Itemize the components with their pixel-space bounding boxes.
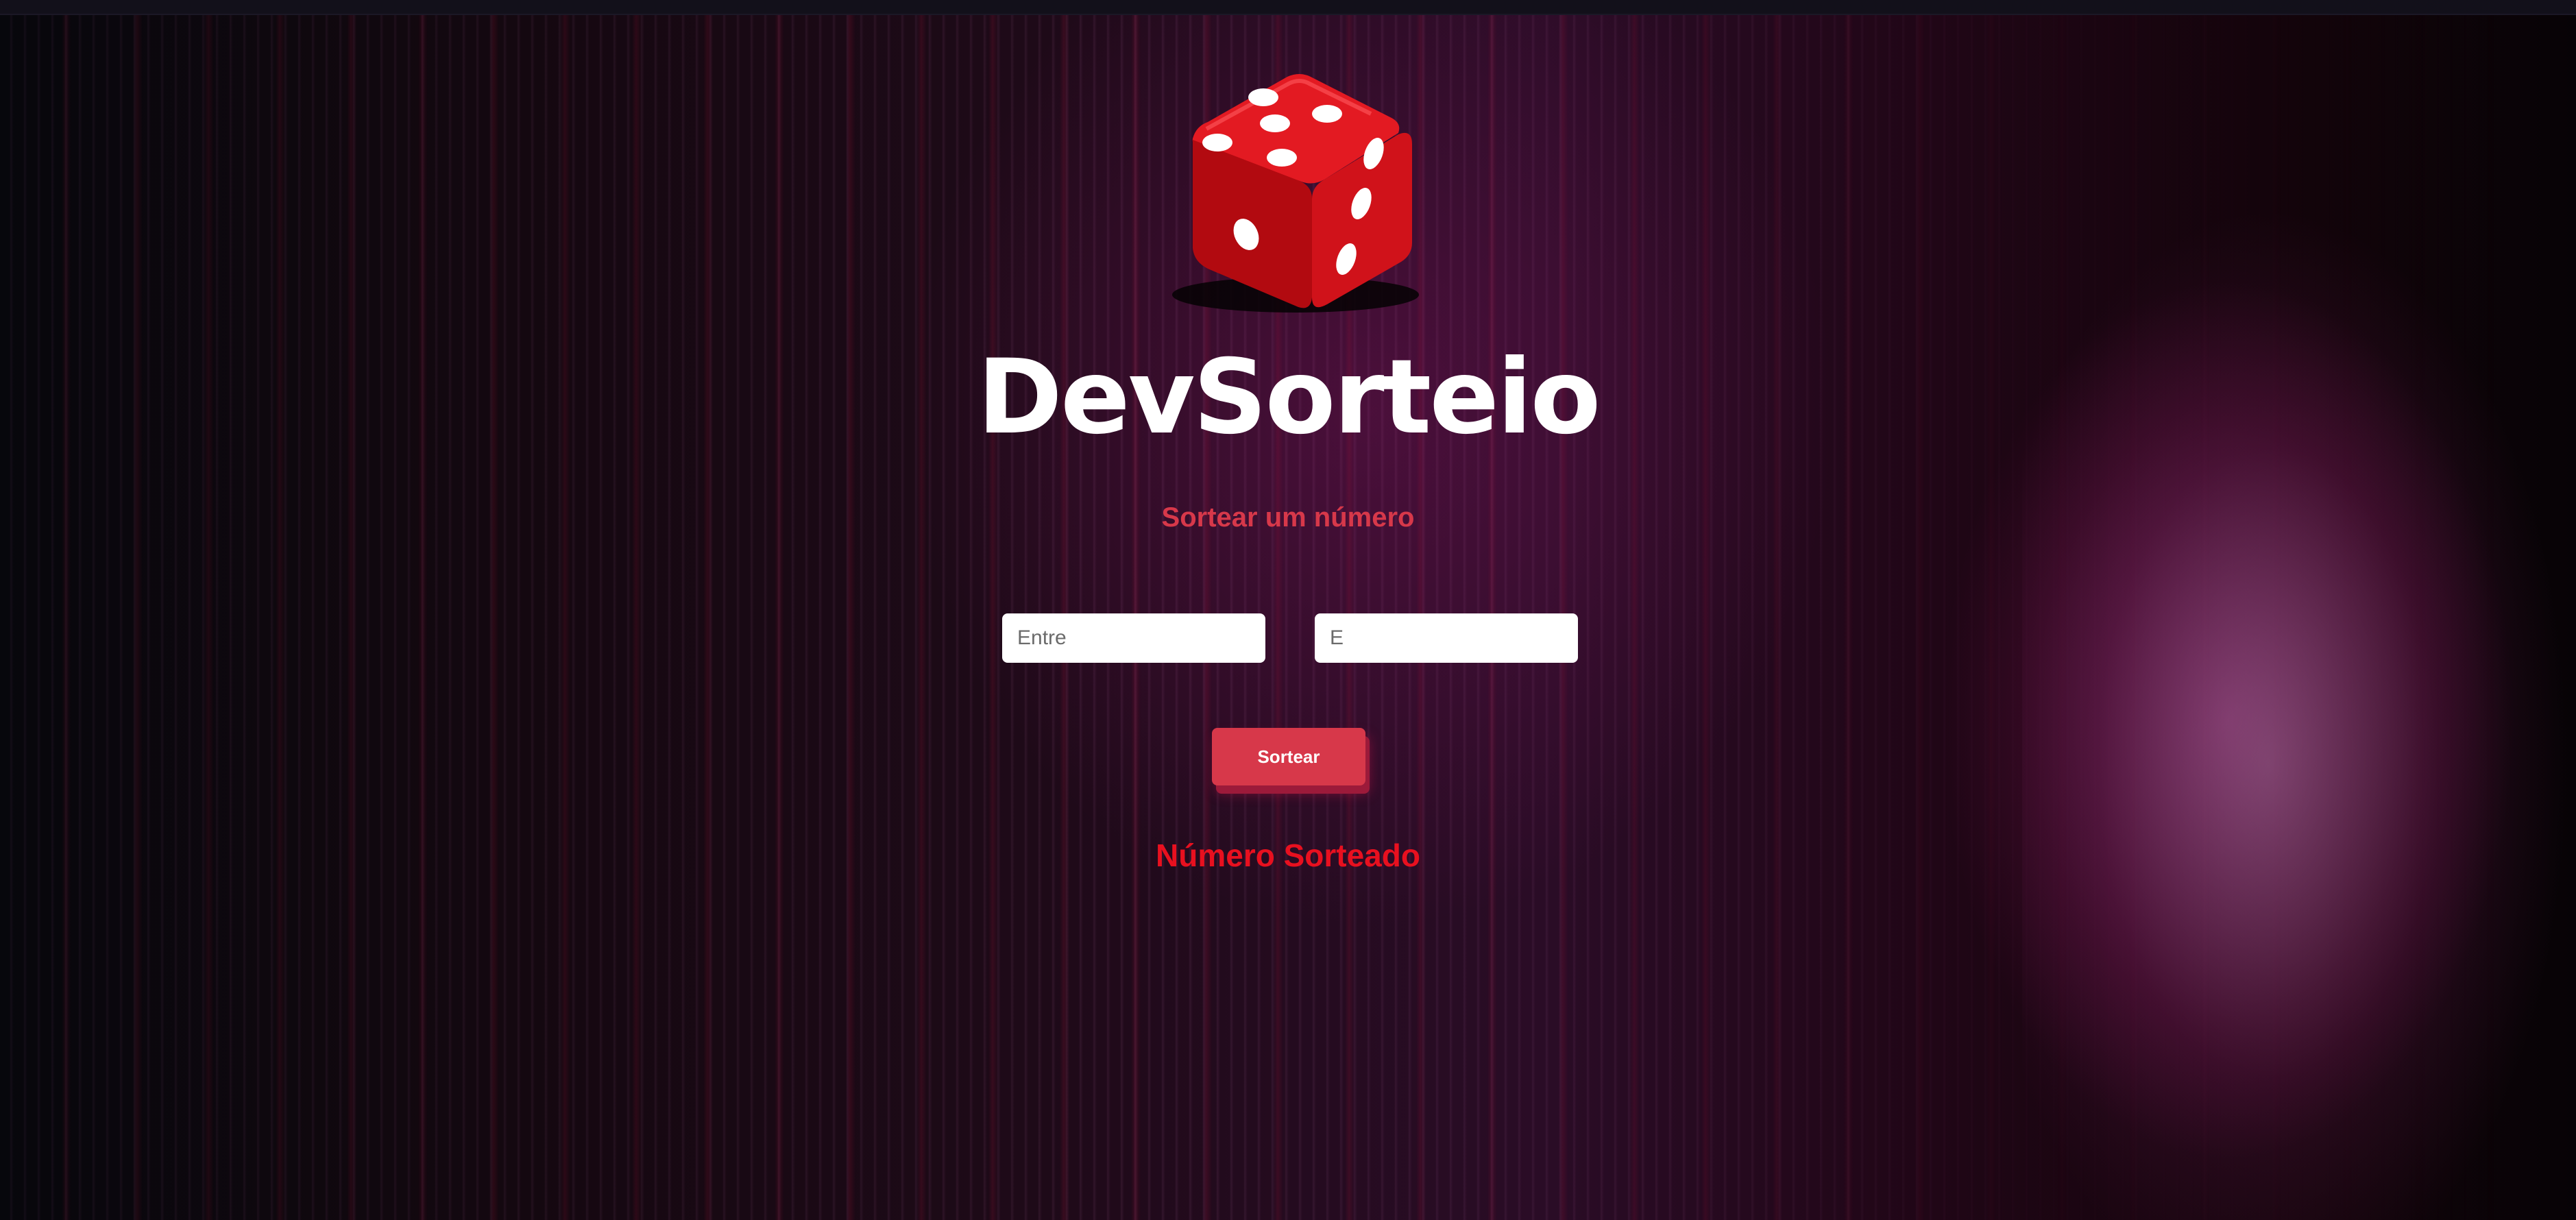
- draw-button[interactable]: Sortear: [1212, 728, 1365, 785]
- dice-icon: [1172, 74, 1419, 313]
- range-inputs: [1002, 613, 1578, 663]
- page-subtitle: Sortear um número: [1161, 502, 1415, 533]
- draw-button-wrapper: Sortear: [1212, 728, 1374, 798]
- main-content: DevSorteio Sortear um número Sortear Núm…: [0, 0, 2576, 1220]
- max-number-input[interactable]: [1315, 613, 1578, 663]
- min-number-input[interactable]: [1002, 613, 1265, 663]
- app-background: DevSorteio Sortear um número Sortear Núm…: [0, 0, 2576, 1220]
- result-label: Número Sorteado: [1156, 838, 1420, 873]
- page-title: DevSorteio: [977, 338, 1601, 457]
